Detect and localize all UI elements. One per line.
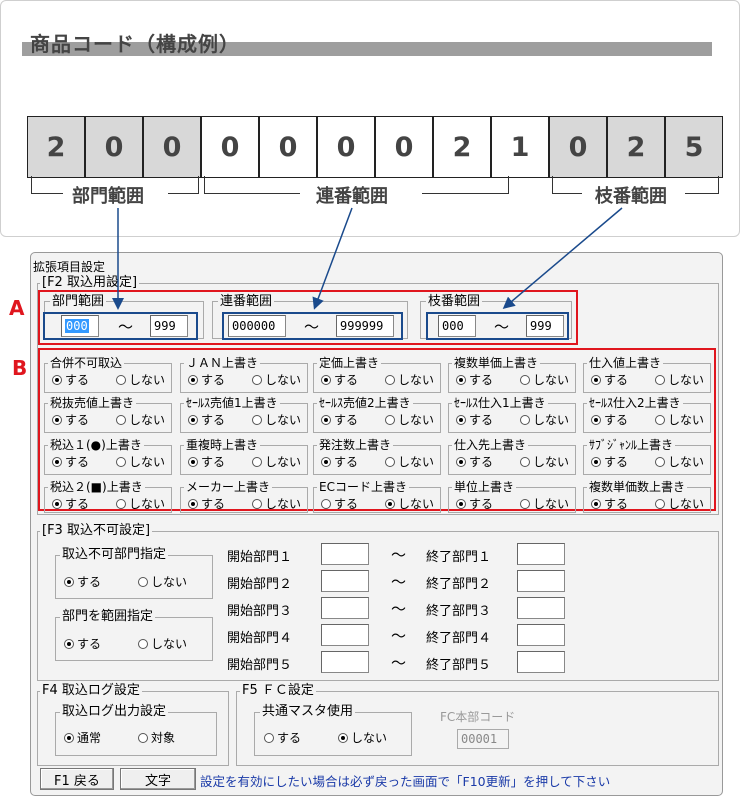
arrow-edaban — [502, 207, 623, 309]
arrow-renban — [312, 207, 353, 310]
pointer-arrows — [112, 207, 623, 310]
